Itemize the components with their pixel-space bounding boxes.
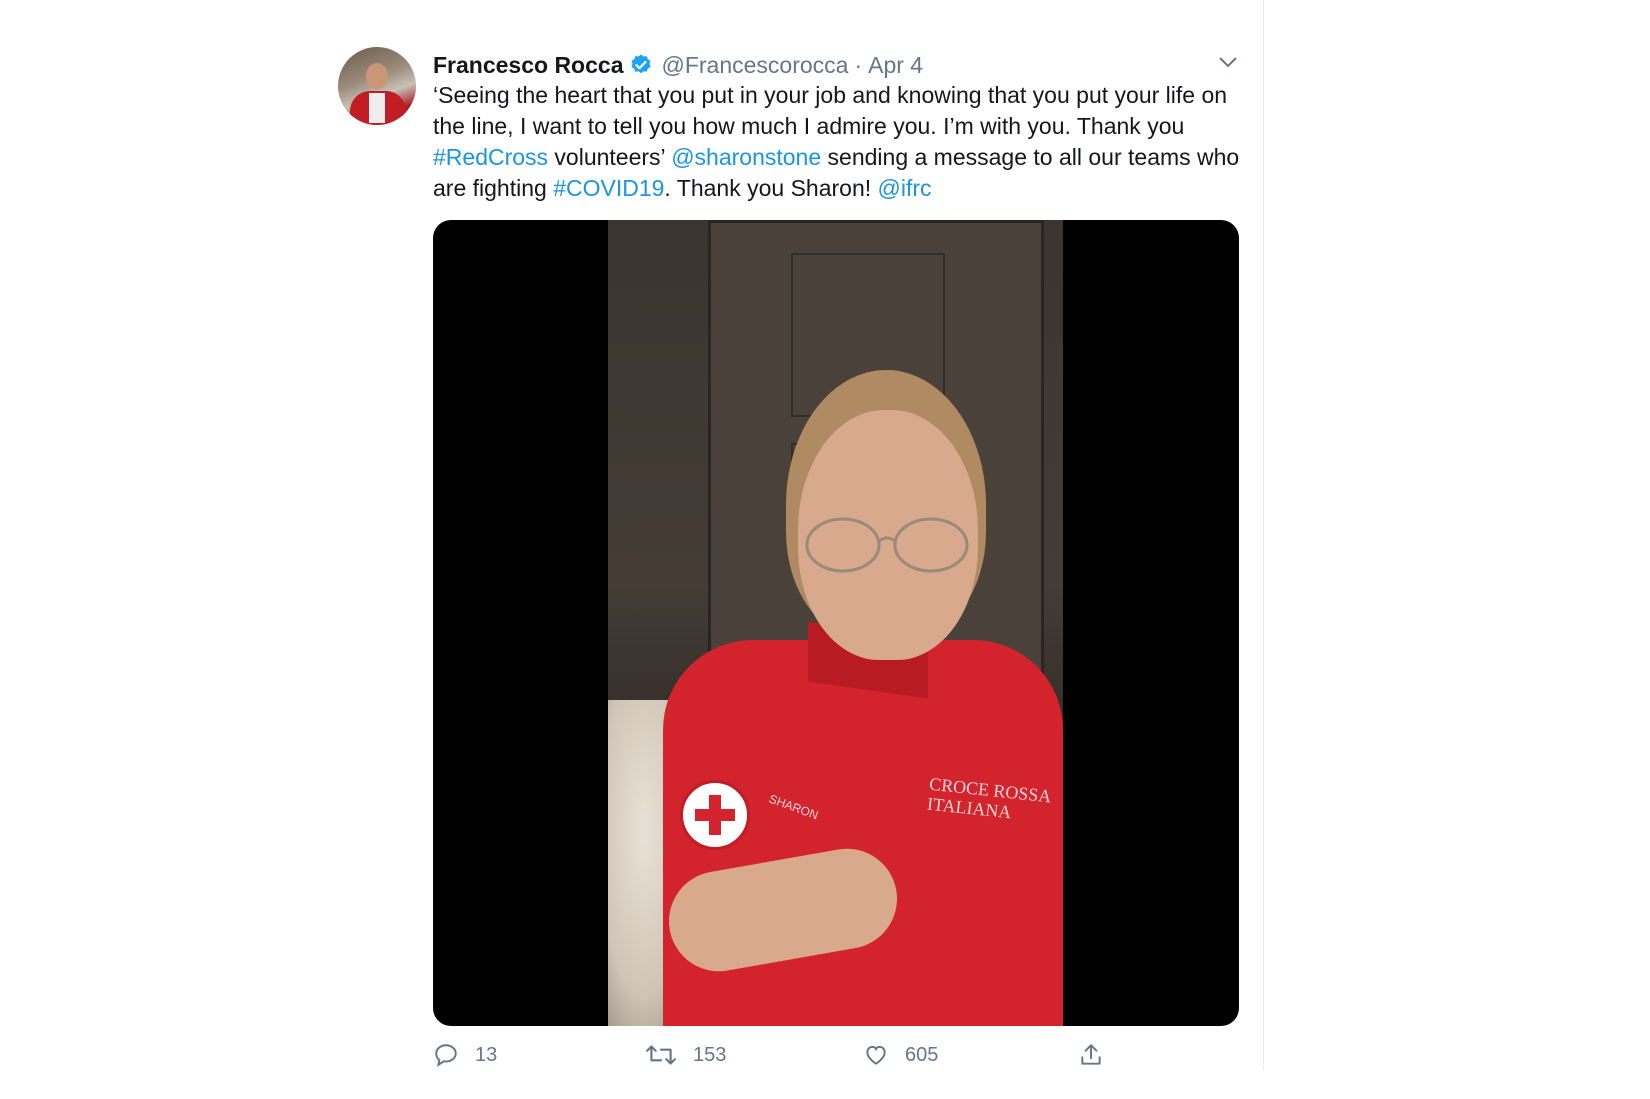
author-handle[interactable]: @Francescorocca bbox=[661, 52, 848, 79]
avatar-head bbox=[366, 63, 388, 89]
avatar[interactable] bbox=[338, 47, 416, 125]
reply-button[interactable]: 13 bbox=[433, 1040, 497, 1070]
tweet-date[interactable]: Apr 4 bbox=[868, 52, 923, 79]
like-button[interactable]: 605 bbox=[863, 1040, 938, 1070]
chevron-down-icon[interactable] bbox=[1216, 50, 1240, 74]
share-icon bbox=[1081, 1044, 1101, 1065]
reply-icon bbox=[435, 1044, 457, 1067]
tweet-text: ‘Seeing the heart that you put in your j… bbox=[433, 80, 1253, 204]
retweet-button[interactable]: 153 bbox=[645, 1040, 726, 1070]
mention-ifrc[interactable]: @ifrc bbox=[878, 175, 932, 201]
video-frame: CROCE ROSSA ITALIANA SHARON bbox=[608, 220, 1063, 1026]
hashtag-redcross[interactable]: #RedCross bbox=[433, 144, 548, 170]
mention-sharonstone[interactable]: @sharonstone bbox=[671, 144, 821, 170]
glasses bbox=[805, 517, 969, 573]
reply-count: 13 bbox=[475, 1043, 498, 1066]
like-icon bbox=[866, 1045, 886, 1065]
hashtag-covid19[interactable]: #COVID19 bbox=[553, 175, 664, 201]
tweet-text-part: . Thank you Sharon! bbox=[664, 175, 878, 201]
author-name[interactable]: Francesco Rocca bbox=[433, 52, 623, 79]
tweet-actions: 13 153 605 bbox=[433, 1040, 1239, 1070]
verified-badge-icon bbox=[631, 54, 651, 74]
retweet-count: 153 bbox=[693, 1043, 727, 1066]
tweet-text-part: volunteers’ bbox=[548, 144, 672, 170]
share-button[interactable] bbox=[1078, 1040, 1120, 1070]
tweet-header: Francesco Rocca @Francescorocca · Apr 4 bbox=[433, 48, 923, 82]
separator-dot: · bbox=[854, 51, 863, 78]
tweet-text-part: ‘Seeing the heart that you put in your j… bbox=[433, 82, 1228, 139]
red-cross-badge-icon bbox=[680, 780, 750, 850]
like-count: 605 bbox=[905, 1043, 939, 1066]
avatar-shirt bbox=[369, 93, 385, 123]
video-player[interactable]: CROCE ROSSA ITALIANA SHARON bbox=[433, 220, 1239, 1026]
retweet-icon bbox=[646, 1045, 676, 1065]
